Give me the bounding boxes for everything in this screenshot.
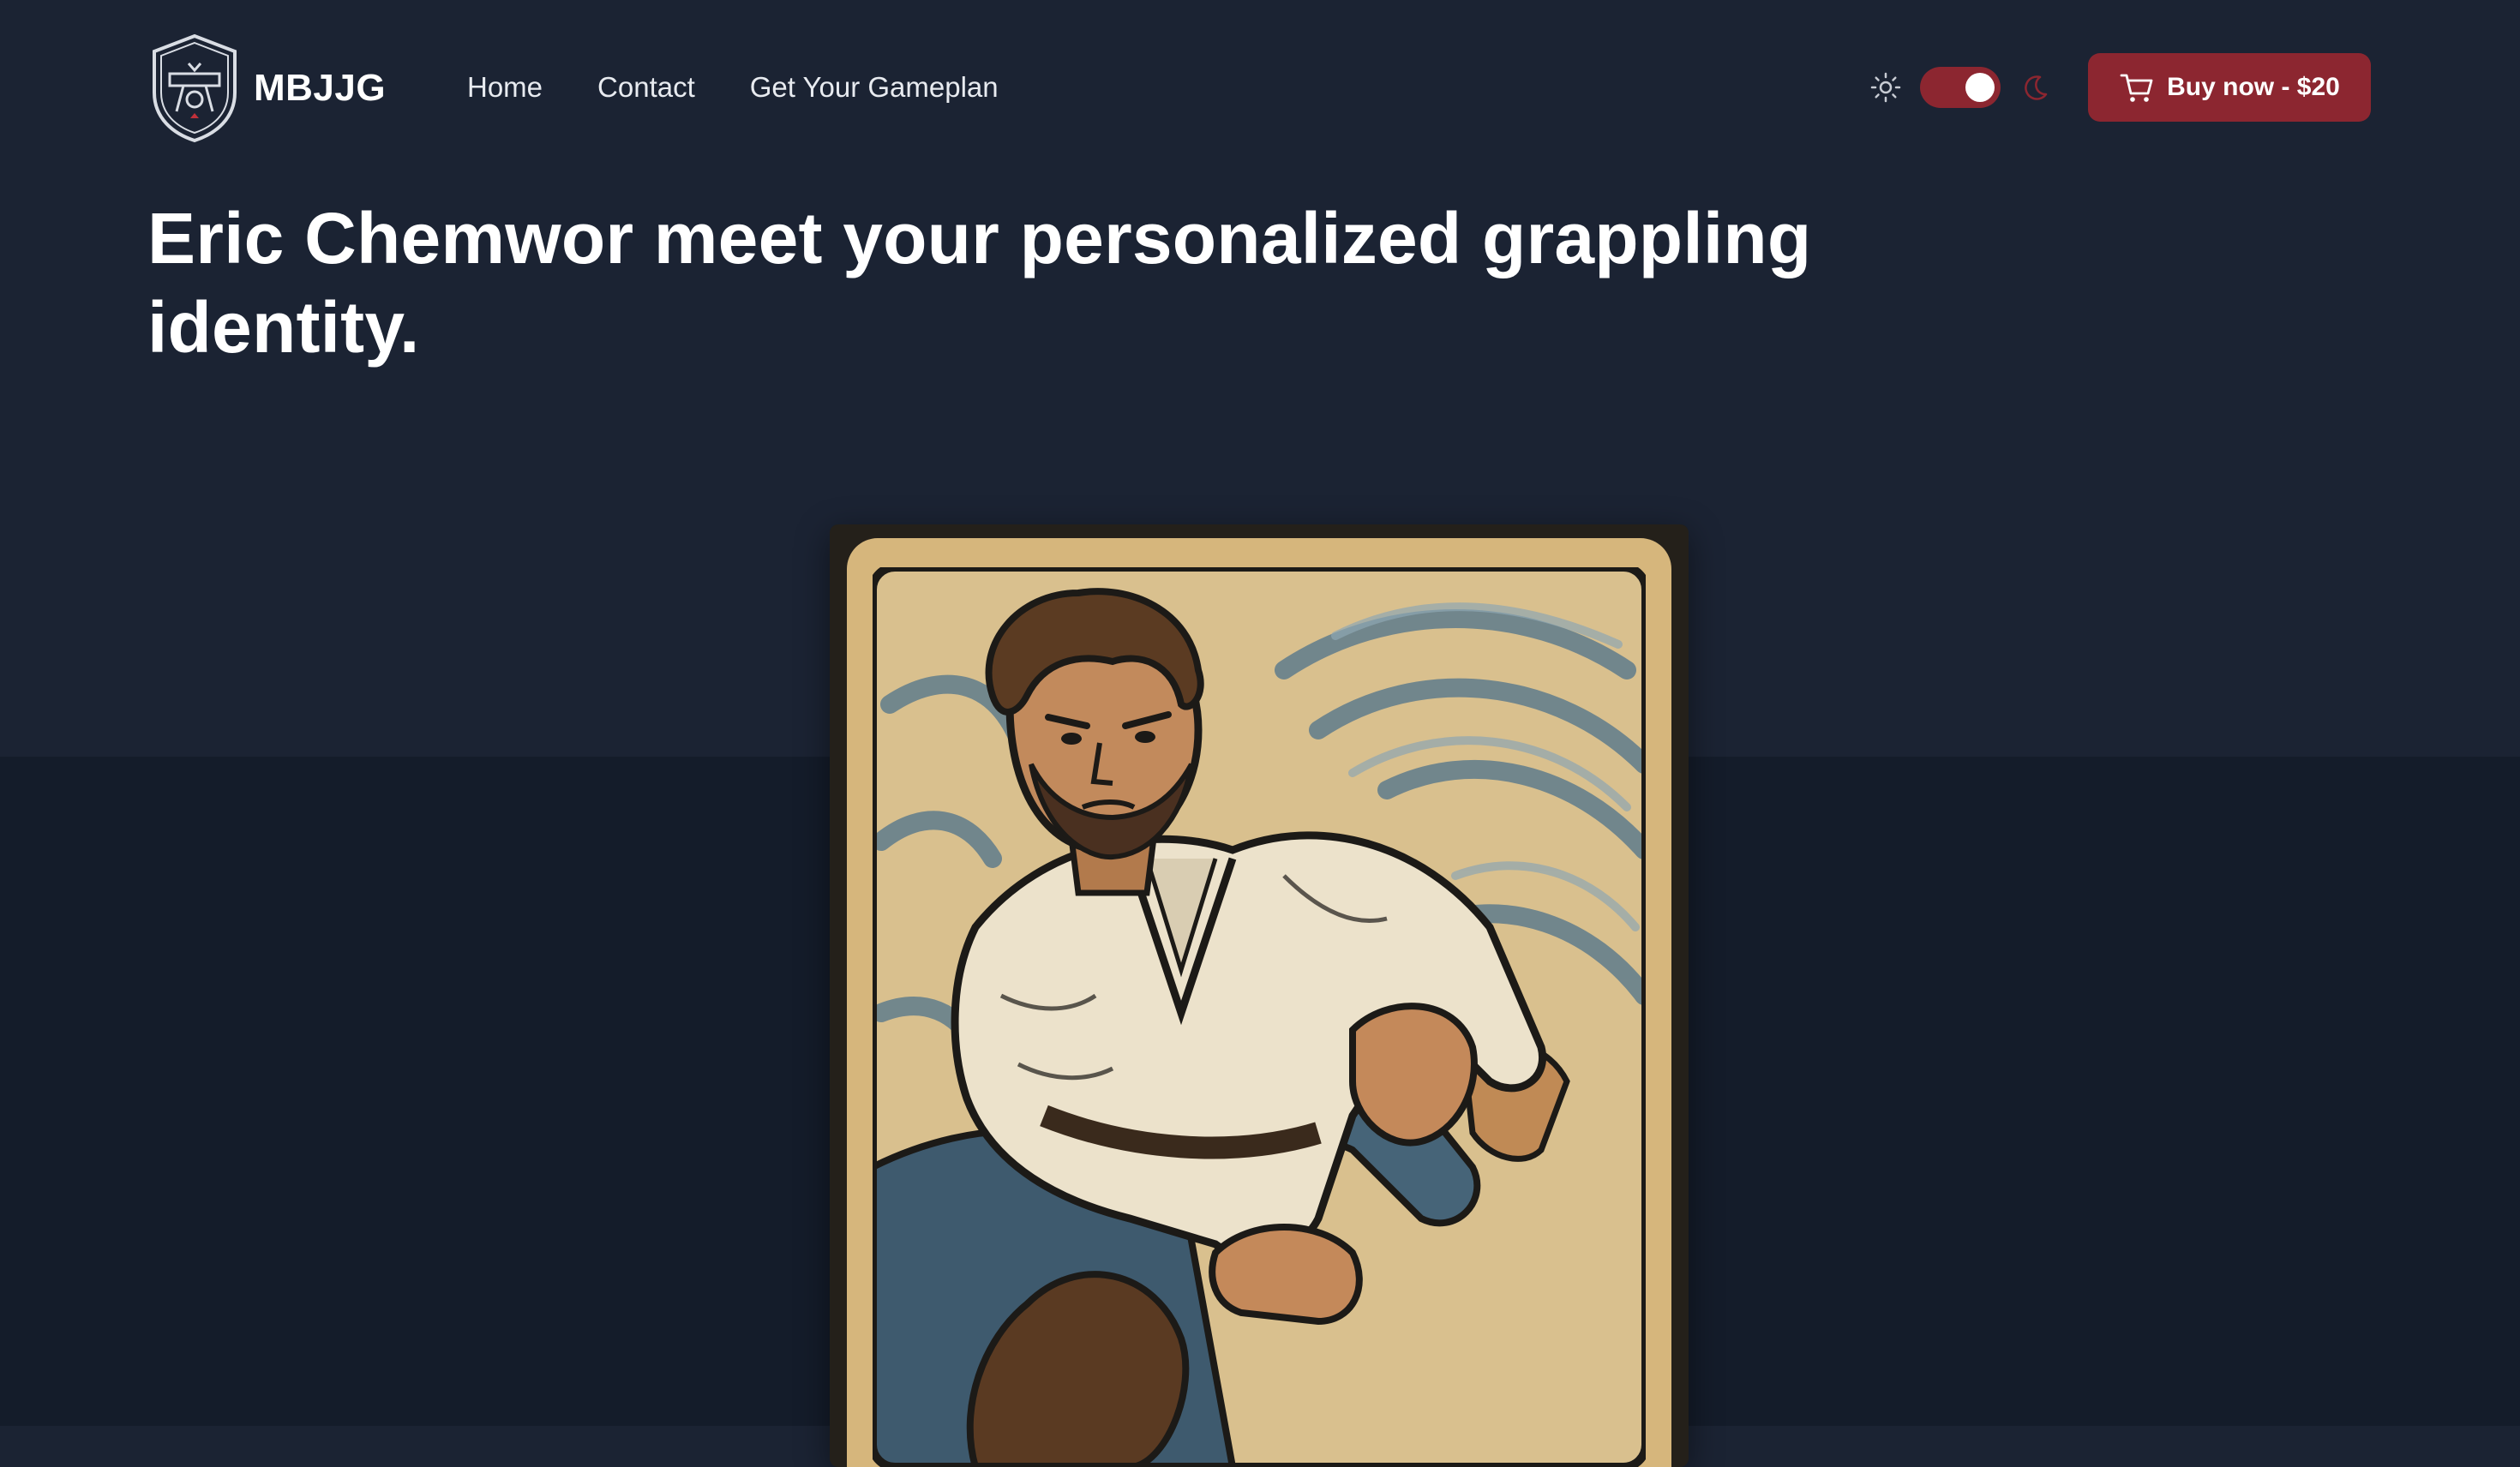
sun-icon [1870, 72, 1901, 103]
illustrated-grappling-card [873, 567, 1646, 1467]
grappling-card [830, 524, 1689, 1467]
hero-title: Eric Chemwor meet your personalized grap… [147, 198, 1812, 368]
nav-contact[interactable]: Contact [597, 71, 695, 104]
brand-home-link[interactable]: MBJJG [147, 33, 386, 144]
buy-now-button[interactable]: Buy now - $20 [2088, 53, 2371, 122]
theme-toggle[interactable] [1920, 67, 2001, 108]
moon-icon [2025, 75, 2048, 100]
main-nav: Home Contact Get Your Gameplan [467, 62, 999, 113]
cart-icon [2120, 74, 2153, 102]
buy-now-label: Buy now - $20 [2167, 73, 2340, 101]
brand-name: MBJJG [254, 67, 387, 109]
nav-get-your-gameplan[interactable]: Get Your Gameplan [750, 71, 999, 104]
navbar: MBJJG Home Contact Get Your Gameplan Buy… [0, 0, 2520, 176]
theme-switch [1869, 63, 2052, 111]
shield-gi-belt-logo-icon [153, 33, 237, 143]
nav-home[interactable]: Home [467, 71, 543, 104]
theme-toggle-knob [1965, 73, 1995, 102]
